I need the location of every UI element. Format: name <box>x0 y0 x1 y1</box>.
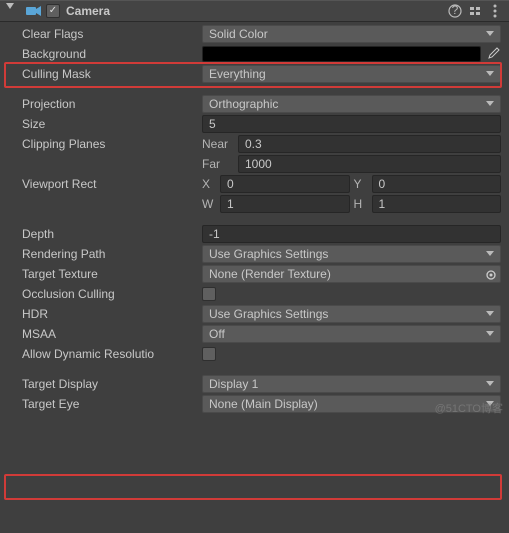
h-label: H <box>354 197 368 211</box>
culling-mask-dropdown[interactable]: Everything <box>202 65 501 83</box>
projection-dropdown[interactable]: Orthographic <box>202 95 501 113</box>
chevron-down-icon <box>486 101 494 107</box>
msaa-label: MSAA <box>8 327 202 341</box>
viewport-rect-label: Viewport Rect <box>8 177 202 191</box>
chevron-down-icon <box>486 311 494 317</box>
rendering-path-label: Rendering Path <box>8 247 202 261</box>
background-color-field[interactable] <box>202 46 481 62</box>
projection-value: Orthographic <box>209 97 278 111</box>
culling-mask-label: Culling Mask <box>8 67 202 81</box>
x-label: X <box>202 177 216 191</box>
component-enable-checkbox[interactable] <box>46 4 60 18</box>
component-header[interactable]: Camera ? <box>0 0 509 22</box>
msaa-dropdown[interactable]: Off <box>202 325 501 343</box>
target-display-label: Target Display <box>8 377 202 391</box>
clear-flags-value: Solid Color <box>209 27 268 41</box>
highlight-target-display <box>4 474 502 500</box>
size-input[interactable]: 5 <box>202 115 501 133</box>
chevron-down-icon <box>486 401 494 407</box>
y-label: Y <box>354 177 368 191</box>
culling-mask-value: Everything <box>209 67 266 81</box>
clipping-planes-label: Clipping Planes <box>8 137 202 151</box>
hdr-label: HDR <box>8 307 202 321</box>
far-input[interactable]: 1000 <box>238 155 501 173</box>
chevron-down-icon <box>486 381 494 387</box>
viewport-w-input[interactable]: 1 <box>220 195 350 213</box>
component-title: Camera <box>64 4 443 18</box>
allow-dynres-checkbox[interactable] <box>202 347 216 361</box>
occlusion-culling-checkbox[interactable] <box>202 287 216 301</box>
target-texture-label: Target Texture <box>8 267 202 281</box>
viewport-h-input[interactable]: 1 <box>372 195 502 213</box>
occlusion-culling-label: Occlusion Culling <box>8 287 202 301</box>
depth-label: Depth <box>8 227 202 241</box>
component-body: Clear Flags Solid Color Background Culli… <box>0 22 509 420</box>
target-texture-value: None (Render Texture) <box>209 267 331 281</box>
target-display-value: Display 1 <box>209 377 258 391</box>
hdr-value: Use Graphics Settings <box>209 307 328 321</box>
rendering-path-value: Use Graphics Settings <box>209 247 328 261</box>
projection-label: Projection <box>8 97 202 111</box>
hdr-dropdown[interactable]: Use Graphics Settings <box>202 305 501 323</box>
svg-text:?: ? <box>452 4 459 17</box>
far-label: Far <box>202 157 234 171</box>
clear-flags-dropdown[interactable]: Solid Color <box>202 25 501 43</box>
msaa-value: Off <box>209 327 225 341</box>
chevron-down-icon <box>486 331 494 337</box>
near-input[interactable]: 0.3 <box>238 135 501 153</box>
object-picker-icon[interactable] <box>484 268 498 282</box>
target-display-dropdown[interactable]: Display 1 <box>202 375 501 393</box>
depth-input[interactable]: -1 <box>202 225 501 243</box>
viewport-x-input[interactable]: 0 <box>220 175 350 193</box>
background-label: Background <box>8 47 202 61</box>
help-icon[interactable]: ? <box>447 3 463 19</box>
rendering-path-dropdown[interactable]: Use Graphics Settings <box>202 245 501 263</box>
size-label: Size <box>8 117 202 131</box>
chevron-down-icon <box>486 31 494 37</box>
chevron-down-icon <box>486 251 494 257</box>
viewport-y-input[interactable]: 0 <box>372 175 502 193</box>
foldout-toggle-icon[interactable] <box>6 3 22 19</box>
presets-icon[interactable] <box>467 3 483 19</box>
near-label: Near <box>202 137 234 151</box>
allow-dynres-label: Allow Dynamic Resolutio <box>8 347 202 361</box>
context-menu-icon[interactable] <box>487 3 503 19</box>
camera-icon <box>26 3 42 19</box>
chevron-down-icon <box>486 71 494 77</box>
eyedropper-icon[interactable] <box>485 47 501 61</box>
target-eye-label: Target Eye <box>8 397 202 411</box>
target-eye-value: None (Main Display) <box>209 397 318 411</box>
target-texture-field[interactable]: None (Render Texture) <box>202 265 501 283</box>
w-label: W <box>202 197 216 211</box>
target-eye-dropdown[interactable]: None (Main Display) <box>202 395 501 413</box>
clear-flags-label: Clear Flags <box>8 27 202 41</box>
